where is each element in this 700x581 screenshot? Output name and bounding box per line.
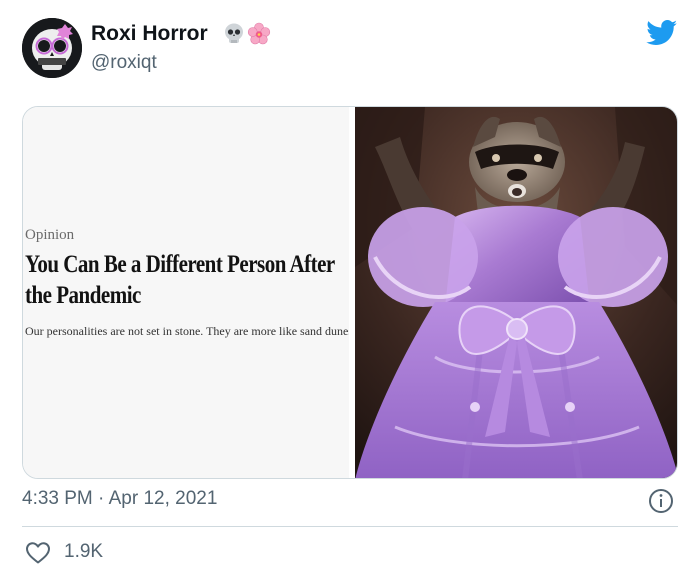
timestamp[interactable]: 4:33 PM · Apr 12, 2021 [22, 488, 217, 510]
cherry-blossom-emoji-icon [247, 22, 271, 46]
info-icon[interactable] [648, 488, 674, 514]
article-kicker: Opinion [25, 227, 75, 243]
article-headline: You Can Be a Different Person After the … [25, 251, 335, 309]
divider [22, 526, 678, 527]
media-grid: Opinion You Can Be a Different Person Af… [22, 106, 678, 479]
raccoon-in-purple-dress-photo [355, 107, 677, 478]
skull-emoji-icon [222, 22, 246, 46]
article-summary: Our personalities are not set in stone. … [25, 324, 349, 338]
twitter-bird-icon[interactable] [646, 20, 678, 46]
display-name[interactable]: Roxi Horror [91, 22, 208, 46]
tweet-card: Roxi Horror @roxiqt Opinion You Can Be a… [0, 0, 700, 581]
skull-avatar-image [22, 18, 82, 78]
avatar[interactable] [22, 18, 82, 78]
article-screenshot[interactable]: Opinion You Can Be a Different Person Af… [23, 107, 349, 478]
like-count[interactable]: 1.9K [64, 541, 103, 563]
handle[interactable]: @roxiqt [91, 52, 157, 74]
raccoon-photo[interactable] [355, 107, 677, 478]
heart-icon[interactable] [25, 541, 51, 565]
